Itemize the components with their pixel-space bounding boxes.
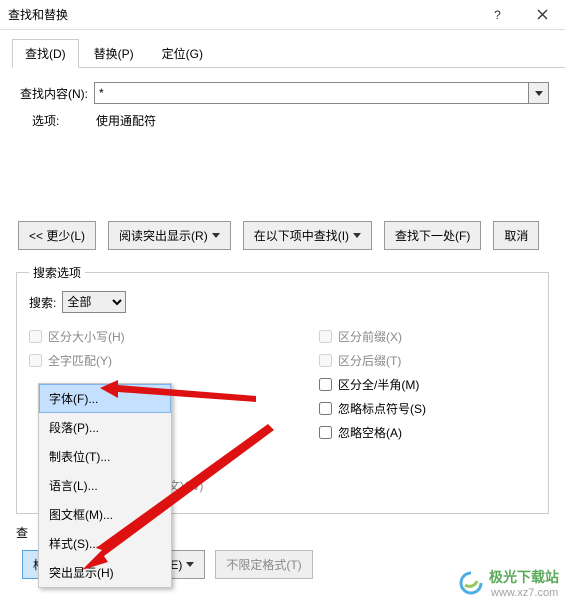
annotation-arrow-top — [100, 378, 260, 408]
chevron-down-icon — [353, 233, 361, 238]
watermark-text: 极光下载站 — [489, 567, 559, 587]
find-input[interactable] — [94, 82, 529, 104]
options-value: 使用通配符 — [96, 112, 156, 129]
options-label: 选项: — [32, 112, 94, 129]
chevron-down-icon — [535, 91, 543, 96]
help-button[interactable]: ? — [475, 0, 520, 30]
find-label: 查找内容(N): — [16, 85, 94, 102]
close-icon — [537, 9, 548, 20]
replace-section-label: 查 — [16, 524, 28, 541]
watermark-url: www.xz7.com — [491, 587, 559, 599]
close-button[interactable] — [520, 0, 565, 30]
reading-highlight-label: 阅读突出显示(R) — [119, 227, 208, 244]
tab-goto[interactable]: 定位(G) — [149, 39, 216, 68]
find-dropdown-button[interactable] — [529, 82, 549, 104]
search-direction-label: 搜索: — [29, 294, 56, 311]
chevron-down-icon — [212, 233, 220, 238]
whole-word-checkbox: 全字匹配(Y) — [29, 352, 319, 369]
suffix-checkbox: 区分后缀(T) — [319, 352, 536, 369]
find-combo[interactable] — [94, 82, 549, 104]
ignore-space-checkbox[interactable]: 忽略空格(A) — [319, 424, 536, 441]
annotation-arrow-bottom — [82, 420, 282, 570]
ignore-punc-checkbox[interactable]: 忽略标点符号(S) — [319, 400, 536, 417]
dialog-title: 查找和替换 — [8, 6, 475, 23]
cancel-button[interactable]: 取消 — [493, 221, 539, 250]
search-options-legend: 搜索选项 — [29, 264, 85, 281]
tab-strip: 查找(D) 替换(P) 定位(G) — [12, 38, 565, 68]
reading-highlight-button[interactable]: 阅读突出显示(R) — [108, 221, 231, 250]
watermark-logo-icon — [459, 571, 483, 595]
tab-replace[interactable]: 替换(P) — [81, 39, 147, 68]
titlebar: 查找和替换 ? — [0, 0, 565, 30]
watermark: 极光下载站 www.xz7.com — [459, 567, 559, 599]
less-button[interactable]: << 更少(L) — [18, 221, 96, 250]
find-in-label: 在以下项中查找(I) — [254, 227, 349, 244]
match-case-checkbox: 区分大小写(H) — [29, 328, 319, 345]
tab-find[interactable]: 查找(D) — [12, 39, 79, 68]
width-checkbox[interactable]: 区分全/半角(M) — [319, 376, 536, 393]
find-in-button[interactable]: 在以下项中查找(I) — [243, 221, 372, 250]
search-direction-select[interactable]: 全部 — [62, 291, 126, 313]
prefix-checkbox: 区分前缀(X) — [319, 328, 536, 345]
find-next-button[interactable]: 查找下一处(F) — [384, 221, 481, 250]
